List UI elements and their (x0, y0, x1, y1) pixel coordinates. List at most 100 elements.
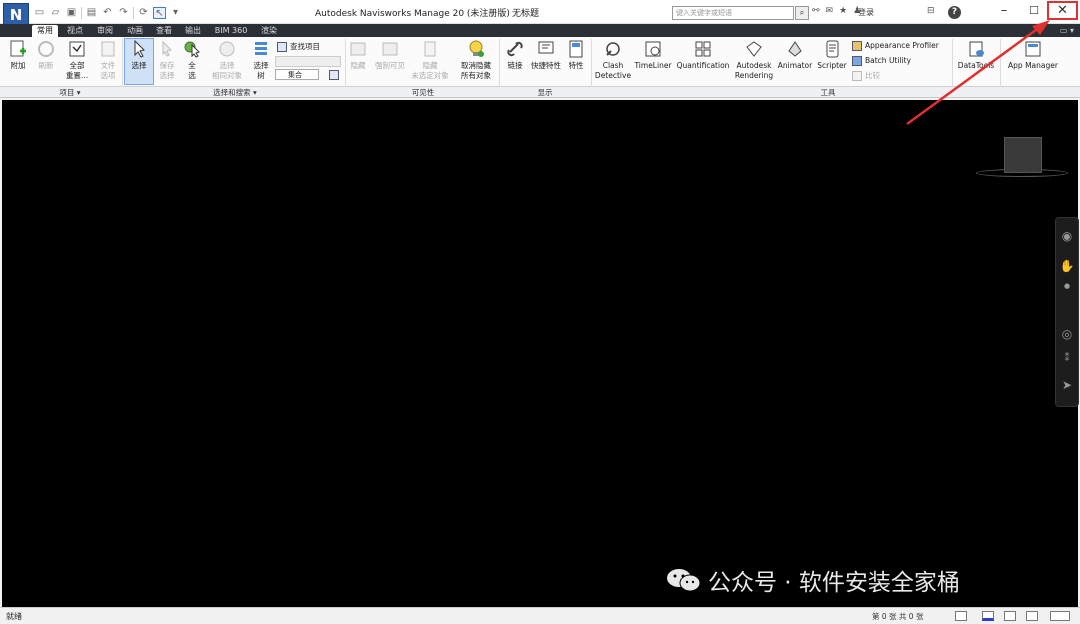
search-icon[interactable]: ⌕ (795, 6, 809, 20)
open-icon[interactable]: ▱ (49, 7, 62, 19)
require-label: 强制可见 (375, 61, 405, 70)
hide-unselected-button[interactable]: 隐藏 未选定对象 (408, 39, 452, 81)
tab-animation[interactable]: 动画 (123, 25, 147, 37)
pan-hand-icon[interactable]: ✋ (1058, 257, 1076, 275)
hide-label: 隐藏 (350, 61, 366, 70)
qat-dropdown-icon[interactable]: ▾ (169, 7, 182, 19)
cart-icon[interactable]: ⊟ (927, 6, 935, 16)
app-manager-label: App Manager (1008, 61, 1058, 70)
require-button[interactable]: 强制可见 (372, 39, 408, 71)
app-logo[interactable]: N (3, 3, 29, 25)
steering-wheel-icon[interactable]: ◉ (1058, 227, 1076, 245)
refresh-icon[interactable]: ⟳ (137, 7, 150, 19)
walk-icon[interactable]: ⁑ (1058, 350, 1076, 368)
find-items-button[interactable]: 查找项目 (277, 41, 320, 53)
app-manager-button[interactable]: App Manager (1005, 39, 1061, 71)
appearance-profiler-icon (852, 41, 862, 51)
subscription-icon[interactable]: ✉ (826, 6, 834, 16)
orbit-icon[interactable]: ◎ (1058, 325, 1076, 343)
tab-bim360[interactable]: BIM 360 (210, 25, 252, 37)
quick-properties-button[interactable]: 快捷特性 (529, 39, 563, 71)
scripter-button[interactable]: Scripter (815, 39, 849, 71)
login-link[interactable]: 登录 (858, 7, 874, 18)
favorites-icon[interactable]: ★ (839, 6, 847, 16)
properties-button[interactable]: 特性 (565, 39, 587, 71)
save-icon[interactable]: ▣ (65, 7, 78, 19)
quick-properties-label: 快捷特性 (531, 61, 561, 70)
tab-render[interactable]: 渲染 (257, 25, 281, 37)
sheet-browser-icon[interactable] (955, 611, 967, 621)
save-selection-button[interactable]: 保存 选择 (156, 39, 178, 81)
maximize-button[interactable]: ☐ (1019, 0, 1049, 22)
select-cursor-icon[interactable]: ➤ (1058, 376, 1076, 394)
timeliner-label: TimeLiner (634, 61, 672, 70)
animator-label: Animator (777, 61, 813, 70)
compare-button[interactable]: 比较 (852, 70, 880, 82)
tab-home[interactable]: 常用 (32, 25, 58, 37)
minimize-button[interactable]: – (989, 0, 1019, 22)
group-select-search[interactable]: 选择和搜索 ▾ (200, 87, 270, 98)
clash-detective-button[interactable]: Clash Detective (594, 39, 632, 81)
selection-tree-button[interactable]: 选择 树 (250, 39, 272, 81)
group-project[interactable]: 项目 ▾ (40, 87, 100, 98)
select-same-button[interactable]: 选择 相同对象 (208, 39, 246, 81)
clash-detective-icon (606, 42, 620, 56)
select-icon[interactable]: ↖ (153, 7, 166, 19)
close-button[interactable]: ✕ (1047, 1, 1078, 20)
sets-dropdown[interactable]: 集合 (275, 69, 319, 80)
lightbulb-icon (469, 40, 484, 57)
group-tools: 工具 (820, 88, 836, 97)
navisworks-window: N ▭ ▱ ▣ ▤ ↶ ↷ ⟳ ↖ ▾ Autodesk Navisworks … (0, 0, 1080, 624)
search-input[interactable]: 键入关键字或短语 (672, 6, 794, 20)
group-visibility: 可见性 (411, 88, 435, 97)
batch-utility-icon (852, 56, 862, 66)
unhide-all-button[interactable]: 取消隐藏 所有对象 (456, 39, 496, 81)
reset-all-button[interactable]: 全部 重置... (62, 39, 92, 81)
appearance-profiler-button[interactable]: Appearance Profiler (852, 40, 939, 52)
tab-review[interactable]: 审阅 (93, 25, 117, 37)
ribbon-options-icon[interactable]: ▭ ▾ (1060, 26, 1074, 35)
select-all-button[interactable]: 全 选 (181, 39, 203, 81)
refresh-button[interactable]: 刷新 (33, 39, 59, 71)
tab-view[interactable]: 查看 (152, 25, 176, 37)
datatools-icon (969, 41, 984, 57)
zoom-icon[interactable]: ● (1058, 277, 1076, 295)
file-options-label-1: 文件 (100, 61, 116, 70)
datatools-label: DataTools (957, 61, 995, 70)
tab-output[interactable]: 输出 (181, 25, 205, 37)
batch-utility-button[interactable]: Batch Utility (852, 55, 911, 67)
rendering-label-2: Rendering (734, 71, 774, 80)
clash-label-2: Detective (594, 71, 632, 80)
app-manager-icon (1025, 41, 1041, 57)
unhide-all-label-2: 所有对象 (461, 71, 491, 80)
compare-icon (852, 71, 862, 81)
quick-find-input[interactable] (275, 56, 341, 67)
redo-icon[interactable]: ↷ (117, 7, 130, 19)
reset-all-label-2: 重置... (65, 71, 89, 80)
scripter-label: Scripter (817, 61, 847, 70)
links-button[interactable]: 链接 (503, 39, 527, 71)
timeliner-button[interactable]: TimeLiner (633, 39, 673, 71)
wechat-icon (667, 569, 701, 592)
link-icon (507, 41, 523, 57)
file-options-button[interactable]: 文件 选项 (95, 39, 121, 81)
append-button[interactable]: 附加 (5, 39, 31, 71)
undo-icon[interactable]: ↶ (101, 7, 114, 19)
binoculars-icon[interactable]: ⚯ (812, 6, 820, 16)
datatools-button[interactable]: DataTools (956, 39, 996, 71)
scene-viewport[interactable] (2, 100, 1078, 607)
append-icon (10, 40, 26, 57)
help-icon[interactable]: ? (948, 6, 961, 19)
select-button[interactable]: 选择 (124, 38, 154, 85)
animator-button[interactable]: Animator (777, 39, 813, 71)
sets-manage-icon[interactable] (329, 70, 339, 80)
new-icon[interactable]: ▭ (33, 7, 46, 19)
tab-viewpoint[interactable]: 视点 (63, 25, 87, 37)
hide-button[interactable]: 隐藏 (347, 39, 369, 71)
autodesk-rendering-button[interactable]: Autodesk Rendering (733, 39, 775, 81)
viewcube[interactable] (1004, 137, 1042, 173)
refresh-ribbon-icon (38, 41, 54, 57)
quantification-button[interactable]: Quantification (675, 39, 731, 71)
title-bar: N ▭ ▱ ▣ ▤ ↶ ↷ ⟳ ↖ ▾ Autodesk Navisworks … (0, 0, 1080, 25)
print-icon[interactable]: ▤ (85, 7, 98, 19)
